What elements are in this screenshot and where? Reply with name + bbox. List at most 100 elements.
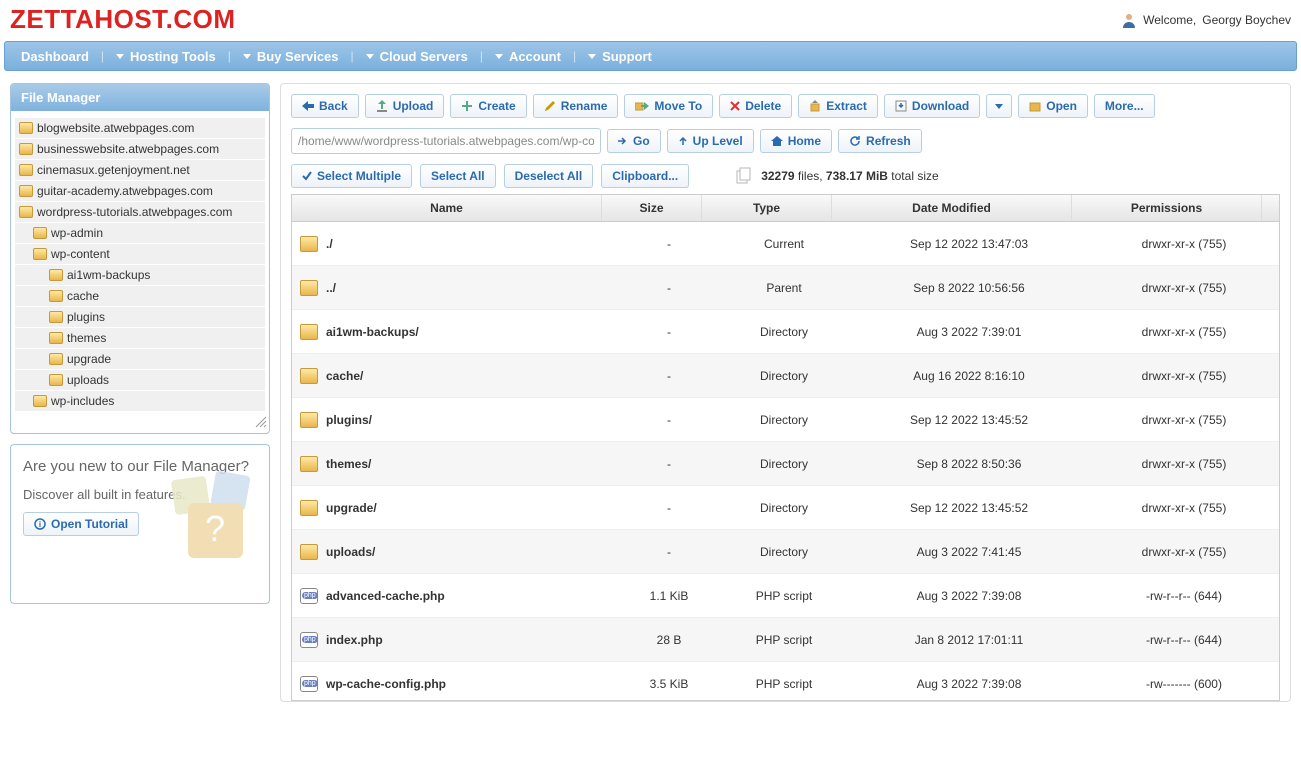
up-level-button[interactable]: Up Level <box>667 129 754 153</box>
cell-date: Sep 12 2022 13:47:03 <box>849 229 1089 259</box>
cell-type: PHP script <box>719 581 849 611</box>
grid-body[interactable]: ./-CurrentSep 12 2022 13:47:03drwxr-xr-x… <box>292 222 1279 700</box>
nav-item-buy-services[interactable]: Buy Services <box>233 42 349 70</box>
tree-node[interactable]: ai1wm-backups <box>15 265 265 285</box>
delete-button[interactable]: Delete <box>719 94 792 118</box>
tree-node[interactable]: blogwebsite.atwebpages.com <box>15 118 265 138</box>
cell-date: Aug 16 2022 8:16:10 <box>849 361 1089 391</box>
open-tutorial-button[interactable]: i Open Tutorial <box>23 512 139 536</box>
tree-node[interactable]: themes <box>15 328 265 348</box>
rename-button[interactable]: Rename <box>533 94 619 118</box>
file-name: ./ <box>326 237 333 251</box>
table-row[interactable]: ../-ParentSep 8 2022 10:56:56drwxr-xr-x … <box>292 266 1279 310</box>
tree-node[interactable]: wp-content <box>15 244 265 264</box>
table-row[interactable]: wp-cache-config.php3.5 KiBPHP scriptAug … <box>292 662 1279 700</box>
nav-item-account[interactable]: Account <box>485 42 571 70</box>
refresh-button[interactable]: Refresh <box>838 129 922 153</box>
x-icon <box>730 101 740 111</box>
go-button[interactable]: Go <box>607 129 661 153</box>
move-icon <box>635 100 649 112</box>
download-dropdown-button[interactable] <box>986 94 1012 118</box>
resize-handle-icon[interactable] <box>255 416 267 428</box>
col-size-header[interactable]: Size <box>602 195 702 221</box>
stats-row: Select Multiple Select All Deselect All … <box>291 164 1280 188</box>
create-button[interactable]: Create <box>450 94 526 118</box>
table-row[interactable]: advanced-cache.php1.1 KiBPHP scriptAug 3… <box>292 574 1279 618</box>
tree-node[interactable]: cache <box>15 286 265 306</box>
nav-separator: | <box>99 49 106 63</box>
col-name-header[interactable]: Name <box>292 195 602 221</box>
table-row[interactable]: themes/-DirectorySep 8 2022 8:50:36drwxr… <box>292 442 1279 486</box>
select-multiple-button[interactable]: Select Multiple <box>291 164 412 188</box>
cell-size: - <box>619 229 719 259</box>
clipboard-button[interactable]: Clipboard... <box>601 164 689 188</box>
select-all-button[interactable]: Select All <box>420 164 496 188</box>
table-row[interactable]: cache/-DirectoryAug 16 2022 8:16:10drwxr… <box>292 354 1279 398</box>
tree-node[interactable]: uploads <box>15 370 265 390</box>
cell-name: cache/ <box>292 360 619 392</box>
table-row[interactable]: upgrade/-DirectorySep 12 2022 13:45:52dr… <box>292 486 1279 530</box>
download-button[interactable]: Download <box>884 94 980 118</box>
nav-item-dashboard[interactable]: Dashboard <box>11 42 99 70</box>
delete-label: Delete <box>745 99 781 113</box>
cell-date: Sep 12 2022 13:45:52 <box>849 405 1089 435</box>
cell-name: themes/ <box>292 448 619 480</box>
tree-node-label: themes <box>67 331 106 345</box>
open-tutorial-label: Open Tutorial <box>51 517 128 531</box>
go-label: Go <box>633 134 650 148</box>
rename-label: Rename <box>561 99 608 113</box>
svg-text:i: i <box>39 520 41 529</box>
nav-separator: | <box>478 49 485 63</box>
cell-type: Directory <box>719 317 849 347</box>
tree-node[interactable]: cinemasux.getenjoyment.net <box>15 160 265 180</box>
upload-button[interactable]: Upload <box>365 94 445 118</box>
nav-item-cloud-servers[interactable]: Cloud Servers <box>356 42 478 70</box>
more-button[interactable]: More... <box>1094 94 1155 118</box>
deselect-all-button[interactable]: Deselect All <box>504 164 594 188</box>
extract-button[interactable]: Extract <box>798 94 878 118</box>
table-row[interactable]: plugins/-DirectorySep 12 2022 13:45:52dr… <box>292 398 1279 442</box>
file-name: cache/ <box>326 369 363 383</box>
table-row[interactable]: index.php28 BPHP scriptJan 8 2012 17:01:… <box>292 618 1279 662</box>
table-row[interactable]: ./-CurrentSep 12 2022 13:47:03drwxr-xr-x… <box>292 222 1279 266</box>
back-button[interactable]: Back <box>291 94 359 118</box>
info-icon: i <box>34 518 46 530</box>
tree-node[interactable]: plugins <box>15 307 265 327</box>
folder-icon <box>300 500 318 516</box>
cell-perm: -rw------- (600) <box>1089 669 1279 699</box>
open-button[interactable]: Open <box>1018 94 1088 118</box>
size-label: total size <box>888 169 939 183</box>
cell-perm: drwxr-xr-x (755) <box>1089 449 1279 479</box>
tree-node[interactable]: guitar-academy.atwebpages.com <box>15 181 265 201</box>
tree-node[interactable]: upgrade <box>15 349 265 369</box>
move-to-button[interactable]: Move To <box>624 94 713 118</box>
path-input[interactable] <box>291 128 601 154</box>
home-button[interactable]: Home <box>760 129 832 153</box>
tree-node[interactable]: wp-includes <box>15 391 265 411</box>
brand-logo[interactable]: ZETTAHOST.COM <box>10 4 236 35</box>
nav-item-hosting-tools[interactable]: Hosting Tools <box>106 42 226 70</box>
cell-type: PHP script <box>719 669 849 699</box>
table-row[interactable]: uploads/-DirectoryAug 3 2022 7:41:45drwx… <box>292 530 1279 574</box>
cell-date: Jan 8 2012 17:01:11 <box>849 625 1089 655</box>
folder-up-icon <box>300 280 318 296</box>
tree-node[interactable]: wp-admin <box>15 223 265 243</box>
file-manager-title: File Manager <box>11 84 269 111</box>
tree-node[interactable]: businesswebsite.atwebpages.com <box>15 139 265 159</box>
cell-size: - <box>619 449 719 479</box>
tree-node[interactable]: wordpress-tutorials.atwebpages.com <box>15 202 265 222</box>
cell-name: ./ <box>292 228 619 260</box>
folder-icon <box>49 374 63 386</box>
col-type-header[interactable]: Type <box>702 195 832 221</box>
tree-node-label: businesswebsite.atwebpages.com <box>37 142 219 156</box>
cell-size: - <box>619 405 719 435</box>
cell-type: Directory <box>719 449 849 479</box>
cell-perm: drwxr-xr-x (755) <box>1089 537 1279 567</box>
col-date-header[interactable]: Date Modified <box>832 195 1072 221</box>
table-row[interactable]: ai1wm-backups/-DirectoryAug 3 2022 7:39:… <box>292 310 1279 354</box>
nav-item-support[interactable]: Support <box>578 42 662 70</box>
col-perm-header[interactable]: Permissions <box>1072 195 1262 221</box>
cell-name: index.php <box>292 624 619 656</box>
up-level-label: Up Level <box>693 134 743 148</box>
file-name: ../ <box>326 281 336 295</box>
